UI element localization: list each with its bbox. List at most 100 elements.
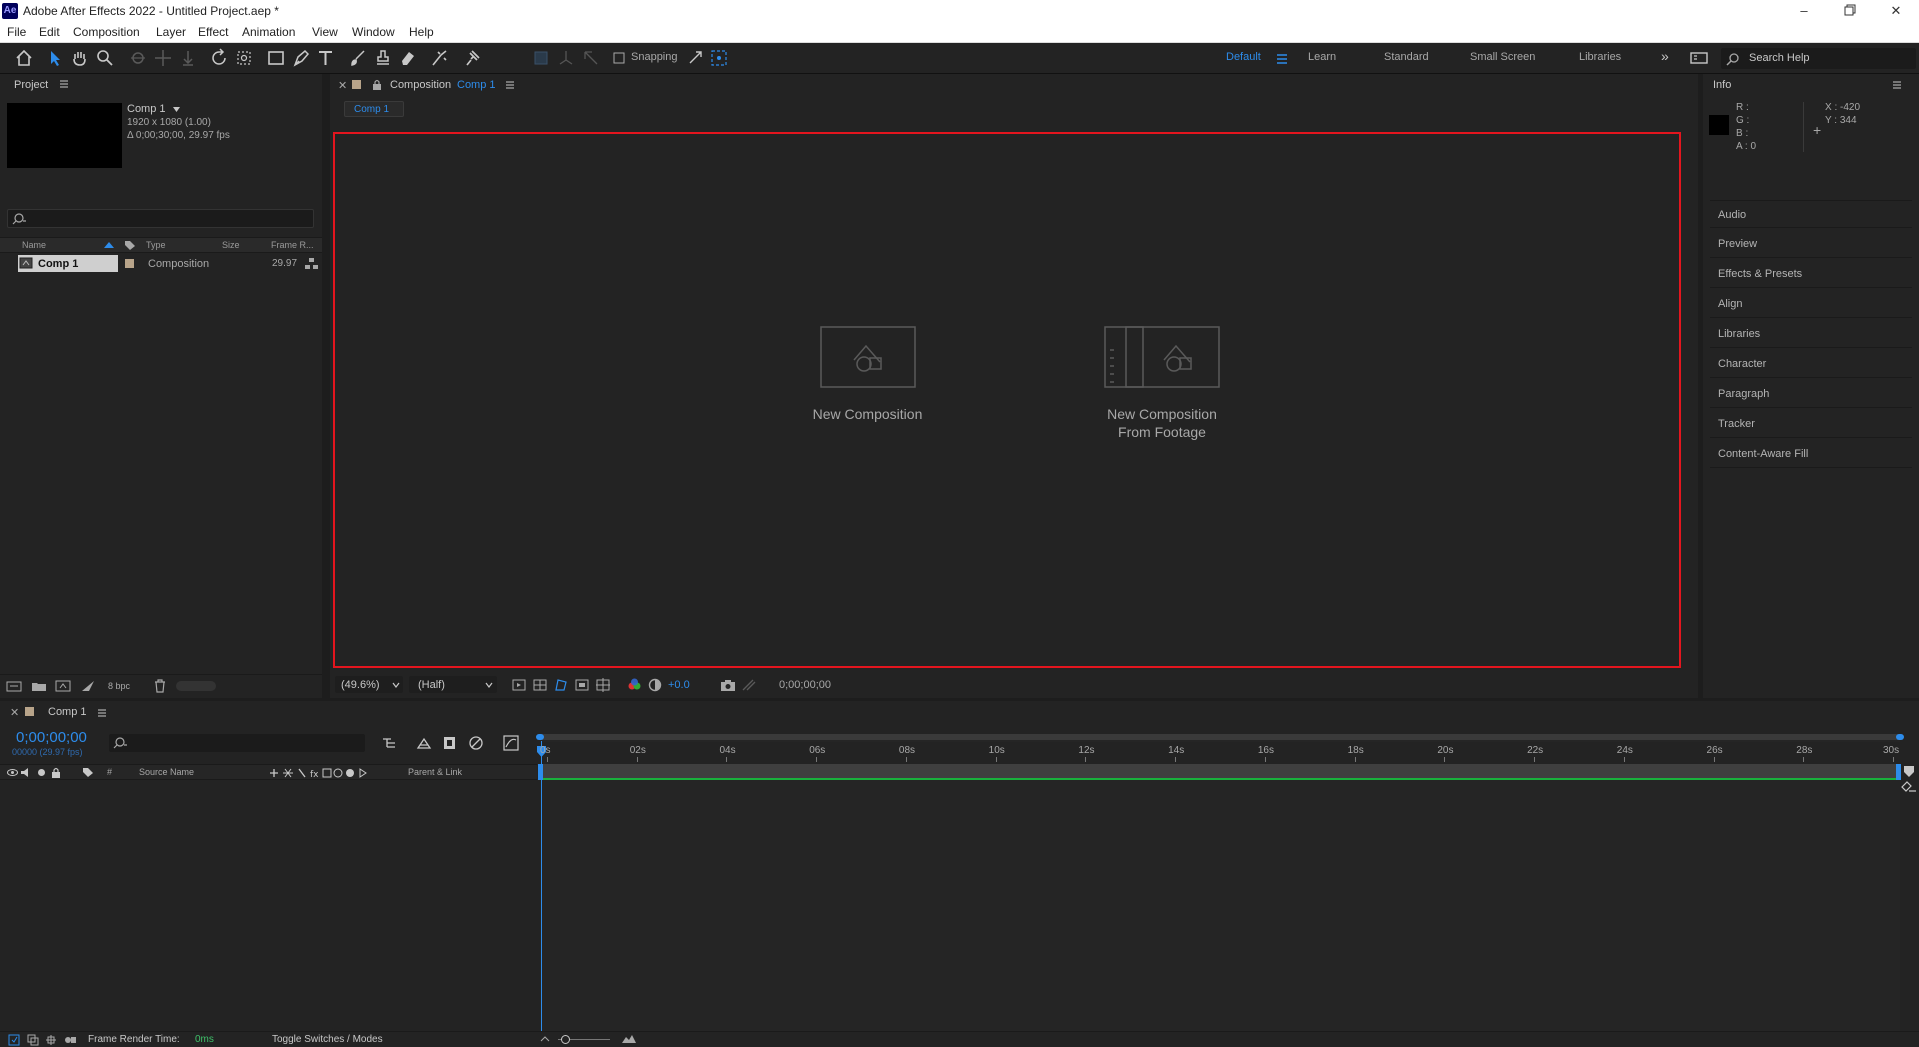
composition-canvas[interactable]: New Composition New Composition From Foo… [333, 132, 1681, 668]
column-parent-link[interactable]: Parent & Link [408, 767, 462, 777]
column-source-name[interactable]: Source Name [139, 767, 194, 777]
transfer-controls-icon[interactable] [27, 1034, 39, 1046]
roto-brush-tool-icon[interactable] [429, 47, 451, 69]
menu-window[interactable]: Window [352, 25, 395, 39]
axis-world-icon[interactable] [580, 47, 602, 69]
draft-3d-icon[interactable] [415, 735, 433, 751]
zoom-slider-thumb[interactable] [561, 1035, 570, 1044]
panel-menu-icon[interactable] [504, 79, 516, 91]
viewer-tab-comp[interactable]: Comp 1 [457, 79, 496, 91]
home-icon[interactable] [13, 47, 35, 69]
workspace-default[interactable]: Default [1226, 51, 1261, 63]
align-layer-icon[interactable] [530, 47, 552, 69]
new-composition-icon[interactable] [55, 680, 71, 692]
show-snapshot-icon[interactable] [741, 678, 757, 692]
menu-layer[interactable]: Layer [156, 25, 186, 39]
eraser-tool-icon[interactable] [397, 47, 419, 69]
panel-libraries[interactable]: Libraries [1710, 320, 1912, 348]
time-navigator-start-handle[interactable] [536, 734, 544, 740]
column-hash[interactable]: # [107, 767, 112, 777]
column-name[interactable]: Name [22, 240, 46, 250]
panel-character[interactable]: Character [1710, 350, 1912, 378]
project-item-name[interactable]: Comp 1 [127, 103, 166, 115]
work-area-end-handle[interactable] [1896, 764, 1901, 780]
thumbnail-slider[interactable] [176, 681, 216, 691]
menu-help[interactable]: Help [409, 25, 434, 39]
menu-edit[interactable]: Edit [39, 25, 60, 39]
project-search-input[interactable] [7, 209, 314, 228]
panel-menu-icon[interactable] [58, 78, 70, 90]
snapping-checkbox[interactable] [613, 47, 627, 69]
snap-features-icon[interactable] [708, 47, 730, 69]
axis-local-icon[interactable] [555, 47, 577, 69]
interpret-footage-icon[interactable] [6, 680, 22, 692]
comp-marker-bin-icon[interactable] [1901, 781, 1917, 795]
lock-icon[interactable] [372, 79, 382, 90]
column-frame-rate[interactable]: Frame R... [271, 240, 314, 250]
panel-align[interactable]: Align [1710, 290, 1912, 318]
new-composition-from-footage-button[interactable]: New Composition From Footage [1092, 326, 1232, 440]
adobe-media-encoder-icon[interactable] [80, 679, 96, 693]
trash-icon[interactable] [153, 679, 167, 693]
fast-previews-icon[interactable] [512, 678, 527, 692]
time-ruler[interactable] [540, 742, 1900, 764]
new-folder-icon[interactable] [31, 680, 47, 692]
region-of-interest-icon[interactable] [575, 678, 590, 692]
menu-view[interactable]: View [312, 25, 338, 39]
grid-guides-icon[interactable] [596, 678, 611, 692]
snapshot-camera-icon[interactable] [720, 678, 736, 692]
selection-tool-icon[interactable] [44, 47, 66, 69]
anchor-point-tool-icon[interactable] [233, 47, 255, 69]
brush-tool-icon[interactable] [347, 47, 369, 69]
comp-sub-tab[interactable]: Comp 1 [344, 101, 404, 117]
info-panel-title[interactable]: Info [1713, 79, 1731, 91]
label-color-swatch[interactable] [125, 259, 134, 268]
toggle-switches-modes[interactable]: Toggle Switches / Modes [272, 1034, 383, 1045]
bpc-label[interactable]: 8 bpc [108, 681, 130, 691]
minimize-icon[interactable]: – [1781, 0, 1827, 22]
timeline-search-input[interactable] [109, 734, 365, 752]
timeline-tab[interactable]: Comp 1 [48, 706, 87, 718]
hand-tool-icon[interactable] [69, 47, 91, 69]
dolly-camera-icon[interactable] [177, 47, 199, 69]
column-size[interactable]: Size [222, 240, 240, 250]
menu-animation[interactable]: Animation [242, 25, 295, 39]
label-tag-icon[interactable] [124, 240, 136, 251]
in-out-icon[interactable] [45, 1034, 57, 1046]
timeline-timecode[interactable]: 0;00;00;00 [16, 729, 87, 746]
composition-mini-flowchart-icon[interactable] [381, 735, 399, 751]
snap-edges-icon[interactable] [685, 47, 707, 69]
project-panel-title[interactable]: Project [14, 79, 48, 91]
column-type[interactable]: Type [146, 240, 166, 250]
dropdown-icon[interactable] [172, 106, 181, 113]
zoom-tool-icon[interactable] [94, 47, 116, 69]
close-icon[interactable]: ✕ [1873, 0, 1919, 22]
channel-icon[interactable] [627, 678, 642, 692]
mask-visibility-icon[interactable] [554, 678, 569, 692]
exposure-reset-icon[interactable] [648, 678, 663, 692]
time-navigator-bar[interactable] [540, 734, 1900, 740]
puppet-pin-tool-icon[interactable] [461, 47, 483, 69]
panel-audio[interactable]: Audio [1710, 200, 1912, 228]
graph-editor-icon[interactable] [502, 734, 520, 752]
search-help-field[interactable]: Search Help [1721, 48, 1916, 69]
panel-effects-presets[interactable]: Effects & Presets [1710, 260, 1912, 288]
new-composition-button[interactable]: New Composition [810, 326, 925, 422]
close-icon[interactable]: ✕ [10, 706, 19, 719]
menu-file[interactable]: File [7, 25, 26, 39]
workspace-panel-icon[interactable] [1688, 47, 1710, 69]
solo-icon[interactable] [37, 768, 46, 777]
pen-tool-icon[interactable] [290, 47, 312, 69]
layer-switches-toggle-icon[interactable] [8, 1034, 20, 1046]
type-tool-icon[interactable] [315, 47, 337, 69]
exposure-value[interactable]: +0.0 [668, 679, 690, 691]
panel-menu-icon[interactable] [96, 707, 108, 719]
current-time-indicator[interactable] [541, 741, 542, 1047]
pan-camera-icon[interactable] [152, 47, 174, 69]
flowchart-icon[interactable] [305, 257, 318, 270]
zoom-out-icon[interactable] [540, 1035, 550, 1043]
panel-preview[interactable]: Preview [1710, 230, 1912, 258]
frame-blending-icon[interactable] [467, 735, 485, 751]
viewer-tab-prefix[interactable]: Composition [390, 79, 451, 91]
viewer-timecode[interactable]: 0;00;00;00 [779, 679, 831, 691]
